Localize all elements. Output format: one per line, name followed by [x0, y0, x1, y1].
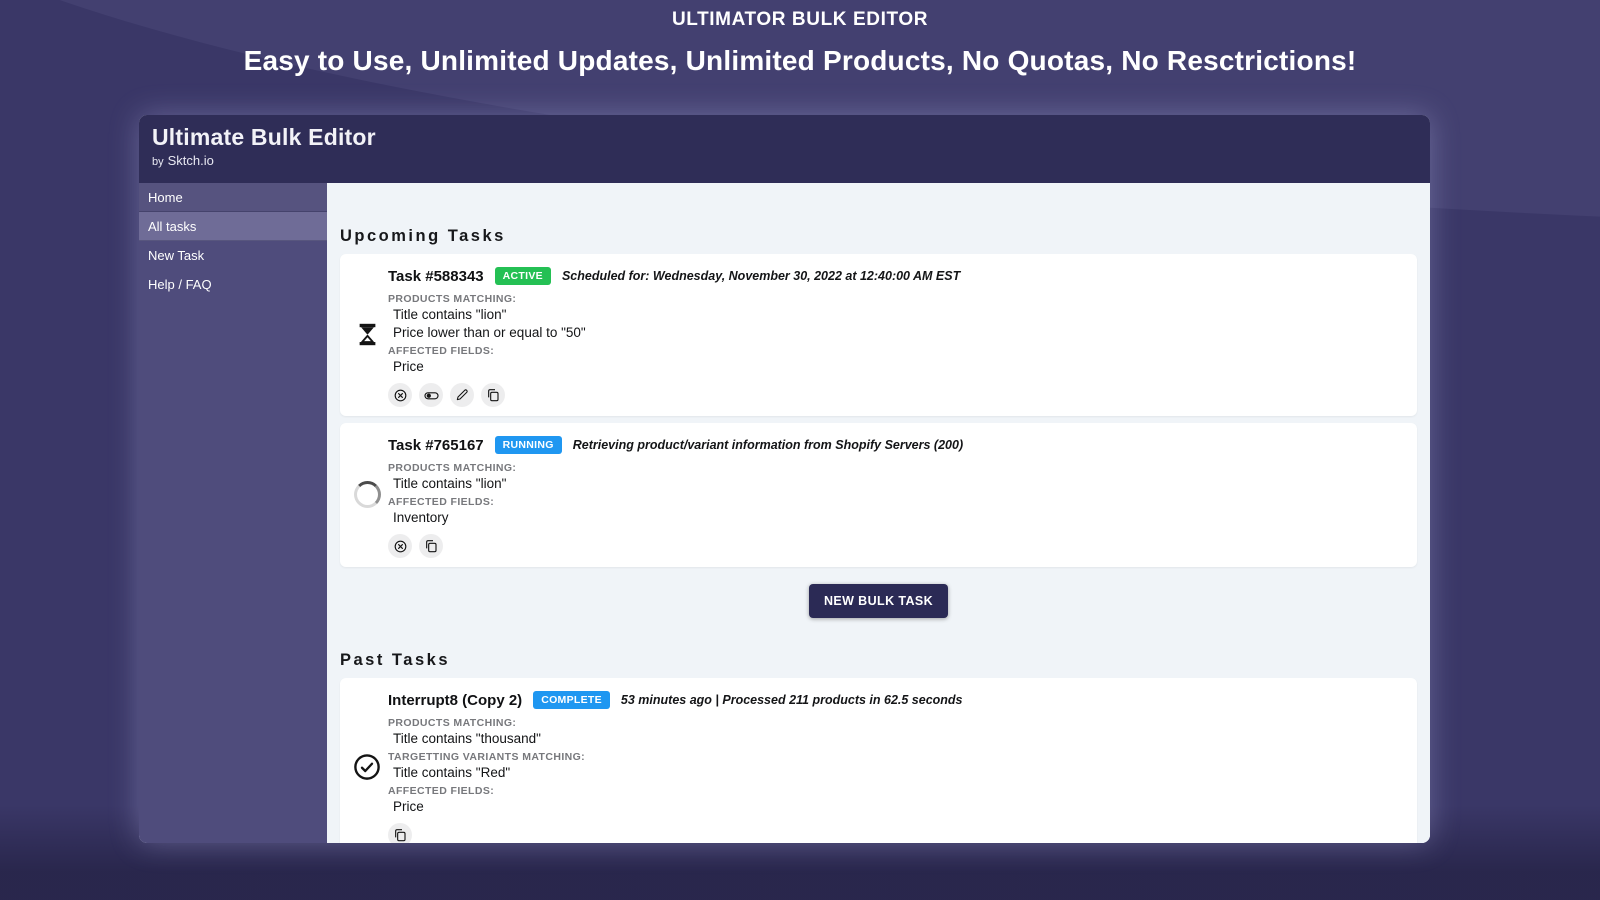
toggle-task-button[interactable] [419, 383, 443, 407]
duplicate-icon [392, 827, 408, 843]
task-card-interrupt8: Interrupt8 (Copy 2) COMPLETE 53 minutes … [340, 678, 1417, 843]
task-status-text: 53 minutes ago | Processed 211 products … [621, 693, 963, 707]
toggle-icon [423, 387, 440, 404]
task-actions [388, 534, 1405, 558]
app-header: Ultimate Bulk Editor by Sktch.io [139, 115, 1430, 183]
affected-fields-label: AFFECTED FIELDS: [388, 785, 1405, 797]
duplicate-task-button[interactable] [481, 383, 505, 407]
task-title: Task #765167 [388, 437, 484, 454]
affected-fields-value: Price [393, 359, 1405, 375]
products-matching-label: PRODUCTS MATCHING: [388, 717, 1405, 729]
duplicate-icon [485, 387, 501, 403]
sidebar: Home All tasks New Task Help / FAQ [139, 183, 327, 843]
task-title-row: Interrupt8 (Copy 2) COMPLETE 53 minutes … [388, 691, 1405, 709]
duplicate-task-button[interactable] [419, 534, 443, 558]
products-matching-value: Title contains "thousand" [393, 731, 1405, 747]
sidebar-item-all-tasks[interactable]: All tasks [139, 212, 327, 241]
new-task-button-row: NEW BULK TASK [340, 584, 1417, 618]
app-body: Home All tasks New Task Help / FAQ Upcom… [139, 183, 1430, 843]
sidebar-item-new-task[interactable]: New Task [139, 241, 327, 270]
cancel-icon [392, 387, 409, 404]
promo-banner: ULTIMATOR BULK EDITOR Easy to Use, Unlim… [0, 0, 1600, 77]
targetting-variants-label: TARGETTING VARIANTS MATCHING: [388, 751, 1405, 763]
upcoming-tasks-heading: Upcoming Tasks [340, 227, 1417, 246]
edit-icon [454, 387, 470, 403]
affected-fields-value: Price [393, 799, 1405, 815]
task-title-row: Task #765167 RUNNING Retrieving product/… [388, 436, 1405, 454]
task-card-588343: Task #588343 ACTIVE Scheduled for: Wedne… [340, 254, 1417, 416]
app-title: Ultimate Bulk Editor [152, 124, 1430, 151]
task-card-content: Task #765167 RUNNING Retrieving product/… [388, 431, 1405, 558]
byline-brand: Sktch.io [168, 153, 214, 168]
affected-fields-label: AFFECTED FIELDS: [388, 496, 1405, 508]
task-actions [388, 383, 1405, 407]
task-title-row: Task #588343 ACTIVE Scheduled for: Wedne… [388, 267, 1405, 285]
task-title: Interrupt8 (Copy 2) [388, 692, 522, 709]
status-badge-running: RUNNING [495, 436, 562, 454]
task-card-content: Task #588343 ACTIVE Scheduled for: Wedne… [388, 262, 1405, 407]
status-badge-active: ACTIVE [495, 267, 551, 285]
cancel-task-button[interactable] [388, 383, 412, 407]
duplicate-icon [423, 538, 439, 554]
duplicate-task-button[interactable] [388, 823, 412, 843]
cancel-icon [392, 538, 409, 555]
status-badge-complete: COMPLETE [533, 691, 610, 709]
sidebar-item-home[interactable]: Home [139, 183, 327, 212]
task-card-765167: Task #765167 RUNNING Retrieving product/… [340, 423, 1417, 567]
targetting-variants-value: Title contains "Red" [393, 765, 1405, 781]
products-matching-value: Title contains "lion" [393, 307, 1405, 323]
affected-fields-label: AFFECTED FIELDS: [388, 345, 1405, 357]
sidebar-item-help-faq[interactable]: Help / FAQ [139, 270, 327, 299]
task-status-text: Retrieving product/variant information f… [573, 438, 963, 452]
products-matching-label: PRODUCTS MATCHING: [388, 293, 1405, 305]
app-window: Ultimate Bulk Editor by Sktch.io Home All… [139, 115, 1430, 843]
check-circle-icon [346, 686, 388, 843]
task-status-text: Scheduled for: Wednesday, November 30, 2… [562, 269, 960, 283]
task-card-content: Interrupt8 (Copy 2) COMPLETE 53 minutes … [388, 686, 1405, 843]
main-content: Upcoming Tasks Task #588343 ACTIVE Sc [327, 183, 1430, 843]
cancel-task-button[interactable] [388, 534, 412, 558]
past-tasks-heading: Past Tasks [340, 651, 1417, 670]
new-bulk-task-button[interactable]: NEW BULK TASK [809, 584, 948, 618]
app-byline: by Sktch.io [152, 153, 1430, 168]
affected-fields-value: Inventory [393, 510, 1405, 526]
edit-task-button[interactable] [450, 383, 474, 407]
banner-subtitle: Easy to Use, Unlimited Updates, Unlimite… [0, 45, 1600, 77]
banner-title: ULTIMATOR BULK EDITOR [0, 9, 1600, 31]
products-matching-label: PRODUCTS MATCHING: [388, 462, 1405, 474]
products-matching-value: Price lower than or equal to "50" [393, 325, 1405, 341]
task-actions [388, 823, 1405, 843]
spinner-icon [346, 431, 388, 558]
products-matching-value: Title contains "lion" [393, 476, 1405, 492]
byline-prefix: by [152, 156, 164, 168]
task-title: Task #588343 [388, 268, 484, 285]
hourglass-icon [346, 262, 388, 407]
